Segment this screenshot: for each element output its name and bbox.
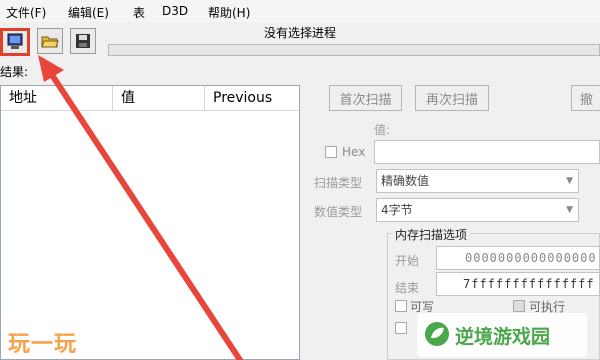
watermark-left: 玩一玩	[8, 332, 78, 357]
watermark-right-text: 逆境游戏园	[455, 326, 551, 348]
leaf-logo-icon	[425, 322, 449, 346]
annotation-arrow	[38, 55, 243, 360]
